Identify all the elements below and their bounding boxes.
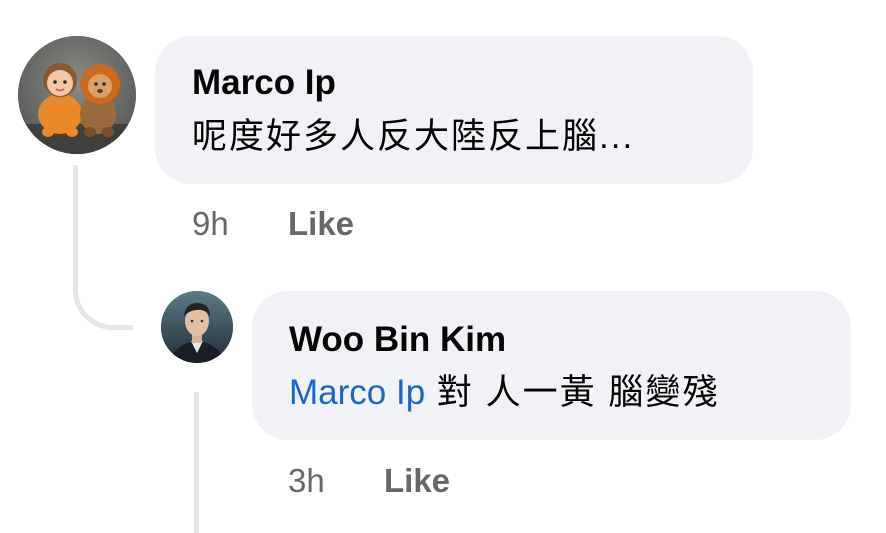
person-photo-avatar-icon — [161, 291, 233, 363]
plush-toys-avatar-icon — [18, 36, 136, 154]
reply-thread-line — [194, 392, 199, 533]
comment-like-button[interactable]: Like — [288, 205, 354, 243]
comment-timestamp[interactable]: 9h — [192, 205, 229, 243]
reply-text: 對 人一黃 腦變殘 — [436, 373, 720, 412]
comment-avatar[interactable] — [18, 36, 136, 154]
thread-line-curve — [73, 270, 133, 330]
reply-timestamp[interactable]: 3h — [288, 462, 325, 500]
comment-author[interactable]: Marco Ip — [192, 63, 336, 103]
reply-avatar[interactable] — [161, 291, 233, 363]
comment-text: 呢度好多人反大陸反上腦... — [192, 117, 635, 156]
reply-text-line: Marco Ip 對 人一黃 腦變殘 — [289, 372, 719, 414]
reply-author[interactable]: Woo Bin Kim — [289, 320, 506, 360]
thread-line-vertical — [73, 165, 78, 285]
reply-like-button[interactable]: Like — [384, 462, 450, 500]
reply-mention-link[interactable]: Marco Ip — [289, 373, 425, 412]
comment-bubble: Marco Ip 呢度好多人反大陸反上腦... — [155, 36, 753, 184]
reply-bubble: Woo Bin Kim Marco Ip 對 人一黃 腦變殘 — [252, 291, 851, 440]
